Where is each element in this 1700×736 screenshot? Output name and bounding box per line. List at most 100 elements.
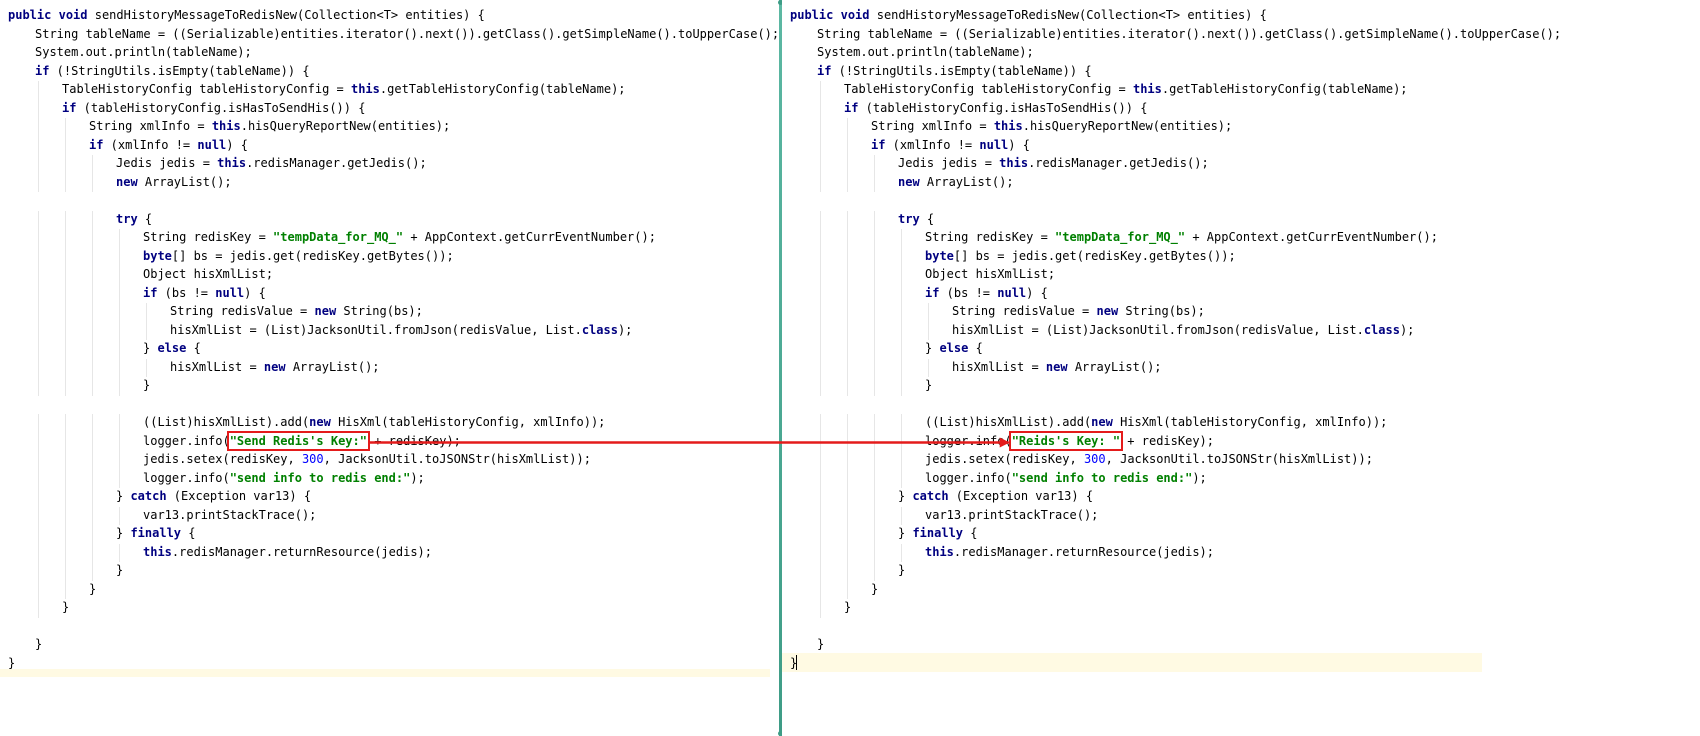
code-token: .hisQueryReportNew(entities); bbox=[1022, 119, 1233, 133]
code-token: + redisKey); bbox=[1120, 433, 1214, 448]
code-line[interactable]: String tableName = ((Serializable)entiti… bbox=[35, 26, 778, 42]
code-line[interactable]: if (!StringUtils.isEmpty(tableName)) { bbox=[817, 63, 1092, 79]
code-line[interactable]: public void sendHistoryMessageToRedisNew… bbox=[790, 7, 1267, 23]
left-code-pane[interactable]: public void sendHistoryMessageToRedisNew… bbox=[0, 0, 778, 736]
code-token: Jedis jedis = bbox=[116, 156, 218, 170]
indent-guide bbox=[92, 562, 93, 581]
code-line[interactable]: String redisKey = "tempData_for_MQ_" + A… bbox=[925, 229, 1438, 245]
code-line[interactable]: hisXmlList = (List)JacksonUtil.fromJson(… bbox=[952, 322, 1414, 338]
code-line[interactable]: System.out.println(tableName); bbox=[35, 44, 252, 60]
code-line[interactable]: Object hisXmlList; bbox=[925, 266, 1055, 282]
indent-guide bbox=[901, 451, 902, 470]
code-token: } bbox=[143, 341, 158, 355]
keyword-token: if bbox=[62, 100, 77, 115]
indent-guide bbox=[38, 525, 39, 544]
code-line[interactable]: } bbox=[89, 581, 96, 597]
code-line[interactable]: try { bbox=[116, 211, 152, 227]
code-line[interactable]: } else { bbox=[925, 340, 983, 356]
code-line[interactable]: String redisValue = new String(bs); bbox=[952, 303, 1205, 319]
indent-guide bbox=[92, 432, 93, 451]
code-token: (bs != bbox=[157, 285, 216, 300]
code-line[interactable]: byte[] bs = jedis.get(redisKey.getBytes(… bbox=[925, 248, 1236, 264]
code-line[interactable]: String xmlInfo = this.hisQueryReportNew(… bbox=[871, 118, 1232, 134]
code-line[interactable]: new ArrayList(); bbox=[898, 174, 1014, 190]
indent-guide bbox=[119, 377, 120, 396]
indent-guide bbox=[65, 284, 66, 303]
code-line[interactable]: hisXmlList = new ArrayList(); bbox=[170, 359, 380, 375]
code-line[interactable]: logger.info("send info to redis end:"); bbox=[925, 470, 1207, 486]
code-line[interactable]: } bbox=[898, 562, 905, 578]
code-line[interactable]: if (xmlInfo != null) { bbox=[871, 137, 1030, 153]
code-line[interactable]: } bbox=[62, 599, 69, 615]
code-line[interactable]: } catch (Exception var13) { bbox=[116, 488, 311, 504]
indent-guide bbox=[38, 81, 39, 100]
code-token: } bbox=[116, 489, 131, 503]
code-line[interactable]: } bbox=[871, 581, 878, 597]
code-line[interactable]: if (tableHistoryConfig.isHasToSendHis())… bbox=[844, 100, 1147, 116]
keyword-token: this bbox=[993, 119, 1023, 133]
current-line-highlight bbox=[782, 652, 1482, 672]
indent-guide bbox=[38, 562, 39, 581]
code-line[interactable]: new ArrayList(); bbox=[116, 174, 232, 190]
indent-guide bbox=[92, 173, 93, 192]
code-line[interactable]: Jedis jedis = this.redisManager.getJedis… bbox=[116, 155, 427, 171]
code-line[interactable]: } bbox=[8, 655, 15, 671]
code-line[interactable]: hisXmlList = new ArrayList(); bbox=[952, 359, 1162, 375]
code-line[interactable]: jedis.setex(redisKey, 300, JacksonUtil.t… bbox=[925, 451, 1373, 467]
code-line[interactable]: TableHistoryConfig tableHistoryConfig = … bbox=[844, 81, 1408, 97]
code-token: [] bs = jedis.get(redisKey.getBytes()); bbox=[953, 248, 1236, 263]
code-line[interactable]: Jedis jedis = this.redisManager.getJedis… bbox=[898, 155, 1209, 171]
code-line[interactable]: if (tableHistoryConfig.isHasToSendHis())… bbox=[62, 100, 365, 116]
code-line[interactable]: this.redisManager.returnResource(jedis); bbox=[925, 544, 1214, 560]
code-line[interactable]: if (bs != null) { bbox=[143, 285, 266, 301]
code-line[interactable]: jedis.setex(redisKey, 300, JacksonUtil.t… bbox=[143, 451, 591, 467]
code-line[interactable]: logger.info("send info to redis end:"); bbox=[143, 470, 425, 486]
code-line[interactable]: hisXmlList = (List)JacksonUtil.fromJson(… bbox=[170, 322, 632, 338]
code-token: String(bs); bbox=[336, 304, 423, 318]
code-token: .redisManager.returnResource(jedis); bbox=[171, 544, 432, 559]
code-line[interactable]: String tableName = ((Serializable)entiti… bbox=[817, 26, 1561, 42]
code-line[interactable]: byte[] bs = jedis.get(redisKey.getBytes(… bbox=[143, 248, 454, 264]
right-code-pane[interactable]: public void sendHistoryMessageToRedisNew… bbox=[782, 0, 1700, 736]
indent-guide bbox=[847, 210, 848, 229]
code-line[interactable]: if (xmlInfo != null) { bbox=[89, 137, 248, 153]
indent-guide bbox=[874, 340, 875, 359]
code-line[interactable]: } finally { bbox=[898, 525, 977, 541]
indent-guide bbox=[901, 506, 902, 525]
code-line[interactable]: } catch (Exception var13) { bbox=[898, 488, 1093, 504]
code-line[interactable]: String redisKey = "tempData_for_MQ_" + A… bbox=[143, 229, 656, 245]
code-line[interactable]: TableHistoryConfig tableHistoryConfig = … bbox=[62, 81, 626, 97]
code-line[interactable]: System.out.println(tableName); bbox=[817, 44, 1034, 60]
code-line[interactable]: } bbox=[143, 377, 150, 393]
code-token: } bbox=[844, 600, 852, 614]
code-line[interactable]: } bbox=[35, 636, 42, 652]
code-line[interactable]: public void sendHistoryMessageToRedisNew… bbox=[8, 7, 485, 23]
code-line[interactable]: var13.printStackTrace(); bbox=[925, 507, 1098, 523]
code-line[interactable]: if (!StringUtils.isEmpty(tableName)) { bbox=[35, 63, 310, 79]
code-line[interactable]: } else { bbox=[143, 340, 201, 356]
code-line[interactable]: } bbox=[844, 599, 851, 615]
indent-guide bbox=[874, 247, 875, 266]
code-line[interactable]: } bbox=[116, 562, 123, 578]
code-line[interactable]: try { bbox=[898, 211, 934, 227]
indent-guide bbox=[901, 432, 902, 451]
code-line[interactable]: ((List)hisXmlList).add(new HisXml(tableH… bbox=[143, 414, 605, 430]
code-line[interactable]: } bbox=[790, 655, 797, 671]
code-token: ArrayList(); bbox=[1067, 359, 1162, 374]
code-token: } bbox=[925, 341, 940, 355]
keyword-token: try bbox=[116, 211, 138, 226]
code-line[interactable]: String redisValue = new String(bs); bbox=[170, 303, 423, 319]
code-line[interactable]: ((List)hisXmlList).add(new HisXml(tableH… bbox=[925, 414, 1387, 430]
keyword-token: this bbox=[143, 544, 172, 559]
code-line[interactable]: } finally { bbox=[116, 525, 195, 541]
code-line[interactable]: } bbox=[925, 377, 932, 393]
indent-guide bbox=[874, 414, 875, 433]
code-line[interactable]: if (bs != null) { bbox=[925, 285, 1048, 301]
code-line[interactable]: String xmlInfo = this.hisQueryReportNew(… bbox=[89, 118, 450, 134]
code-line[interactable]: } bbox=[817, 636, 824, 652]
code-token: String redisKey = bbox=[143, 230, 274, 244]
code-line[interactable]: var13.printStackTrace(); bbox=[143, 507, 316, 523]
code-line[interactable]: Object hisXmlList; bbox=[143, 266, 273, 282]
code-line[interactable]: this.redisManager.returnResource(jedis); bbox=[143, 544, 432, 560]
